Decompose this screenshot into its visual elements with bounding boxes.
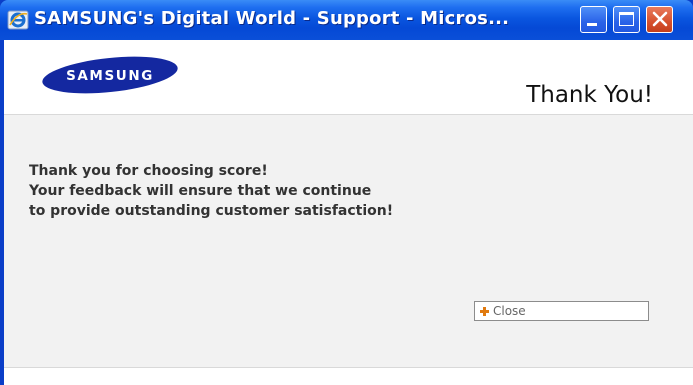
page-header: SAMSUNG Thank You! (4, 40, 693, 114)
svg-text:SAMSUNG: SAMSUNG (66, 68, 154, 84)
page-footer (4, 368, 693, 385)
plus-icon (480, 306, 489, 316)
window-title: SAMSUNG's Digital World - Support - Micr… (34, 8, 510, 29)
close-button[interactable]: Close (474, 301, 649, 321)
message-line: Your feedback will ensure that we contin… (29, 183, 372, 199)
browser-window: SAMSUNG's Digital World - Support - Micr… (0, 0, 693, 385)
title-bar[interactable]: SAMSUNG's Digital World - Support - Micr… (0, 0, 693, 40)
message-line: to provide outstanding customer satisfac… (29, 203, 394, 219)
page-heading: Thank You! (526, 82, 653, 108)
minimize-button[interactable] (580, 6, 607, 33)
maximize-icon (619, 12, 634, 26)
message-panel: Thank you for choosing score! Your feedb… (4, 115, 693, 367)
thank-you-message: Thank you for choosing score! Your feedb… (29, 161, 393, 221)
maximize-button[interactable] (613, 6, 640, 33)
page-content: SAMSUNG Thank You! Thank you for choosin… (4, 40, 693, 385)
samsung-logo: SAMSUNG (42, 56, 178, 94)
internet-explorer-icon (7, 10, 29, 30)
close-icon (652, 11, 668, 27)
close-button-label: Close (493, 304, 526, 318)
window-close-button[interactable] (646, 6, 673, 33)
minimize-icon (587, 23, 597, 26)
message-line: Thank you for choosing score! (29, 163, 268, 179)
